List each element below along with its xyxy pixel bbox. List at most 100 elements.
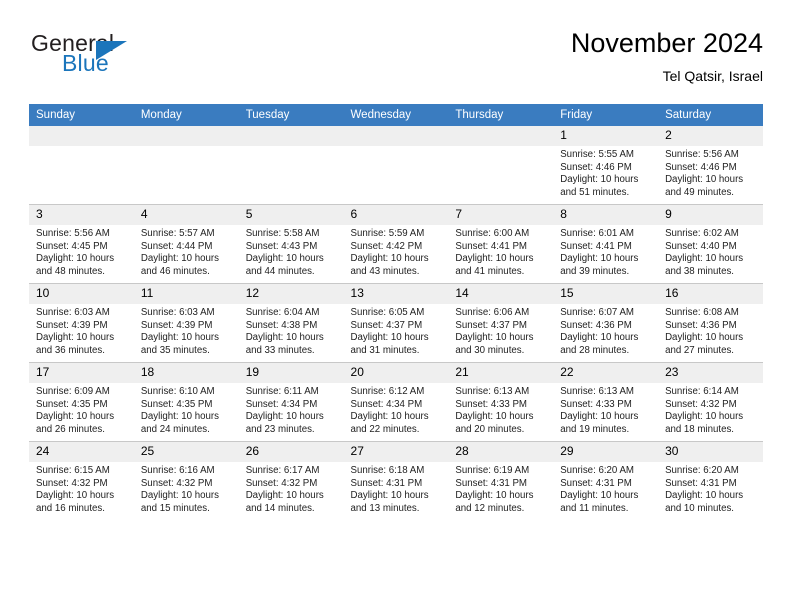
day-number: 16 <box>658 284 763 304</box>
day-details: Sunrise: 5:56 AM Sunset: 4:45 PM Daylight:… <box>29 225 134 278</box>
day-details: Sunrise: 6:13 AM Sunset: 4:33 PM Daylight:… <box>448 383 553 436</box>
daylight-text: Daylight: 10 hours and 10 minutes. <box>665 490 744 514</box>
day-details: Sunrise: 6:12 AM Sunset: 4:34 PM Daylight:… <box>344 383 449 436</box>
daylight-text: Daylight: 10 hours and 11 minutes. <box>560 490 639 514</box>
sunset-text: Sunset: 4:39 PM <box>36 319 108 331</box>
calendar-week-row: 3 Sunrise: 5:56 AM Sunset: 4:45 PM Daylight… <box>29 204 763 284</box>
calendar-day-cell[interactable]: 30 Sunrise: 6:20 AM Sunset: 4:31 PM Dayligh… <box>658 441 763 520</box>
daylight-text: Daylight: 10 hours and 46 minutes. <box>140 253 219 277</box>
day-number: 2 <box>658 126 763 146</box>
calendar-day-cell[interactable]: 3 Sunrise: 5:56 AM Sunset: 4:45 PM Daylight… <box>29 204 134 284</box>
calendar-day-cell[interactable]: 13 Sunrise: 6:05 AM Sunset: 4:37 PM Dayligh… <box>343 283 449 363</box>
page-title: November 2024 <box>570 28 763 58</box>
daylight-text: Daylight: 10 hours and 28 minutes. <box>560 332 639 356</box>
day-details: Sunrise: 6:13 AM Sunset: 4:33 PM Daylight:… <box>553 383 658 436</box>
calendar-day-cell[interactable]: 17 Sunrise: 6:09 AM Sunset: 4:35 PM Dayligh… <box>29 362 134 442</box>
day-number: 12 <box>238 284 344 304</box>
sunrise-text: Sunrise: 6:13 AM <box>560 386 634 397</box>
sunset-text: Sunset: 4:32 PM <box>245 477 318 489</box>
sunrise-text: Sunrise: 6:07 AM <box>560 307 634 318</box>
calendar-day-cell[interactable]: 25 Sunrise: 6:16 AM Sunset: 4:32 PM Dayligh… <box>133 441 239 520</box>
day-details: Sunrise: 6:09 AM Sunset: 4:35 PM Daylight:… <box>29 383 134 436</box>
calendar-cell-empty <box>29 126 134 205</box>
day-number: 10 <box>29 284 134 304</box>
calendar-day-cell[interactable]: 9 Sunrise: 6:02 AM Sunset: 4:40 PM Daylight… <box>658 204 763 284</box>
day-number: 4 <box>133 205 239 225</box>
calendar-day-cell[interactable]: 6 Sunrise: 5:59 AM Sunset: 4:42 PM Daylight… <box>343 204 449 284</box>
day-number: 19 <box>238 363 344 383</box>
calendar-day-cell[interactable]: 14 Sunrise: 6:06 AM Sunset: 4:37 PM Dayligh… <box>448 283 554 363</box>
calendar-day-cell[interactable]: 28 Sunrise: 6:19 AM Sunset: 4:31 PM Dayligh… <box>448 441 554 520</box>
day-number: 26 <box>238 442 344 462</box>
sunrise-text: Sunrise: 6:00 AM <box>455 228 530 239</box>
day-details: Sunrise: 5:55 AM Sunset: 4:46 PM Daylight:… <box>553 146 658 199</box>
day-number: 29 <box>553 442 659 462</box>
brand-logo[interactable]: General Blue <box>29 28 289 88</box>
sunset-text: Sunset: 4:41 PM <box>560 240 632 252</box>
day-details: Sunrise: 6:20 AM Sunset: 4:31 PM Daylight:… <box>553 462 658 515</box>
day-number: 1 <box>553 126 659 146</box>
daylight-text: Daylight: 10 hours and 14 minutes. <box>245 490 324 514</box>
daylight-text: Daylight: 10 hours and 38 minutes. <box>665 253 744 277</box>
calendar-day-cell[interactable]: 23 Sunrise: 6:14 AM Sunset: 4:32 PM Dayligh… <box>658 362 763 442</box>
calendar-cell-empty <box>448 126 554 205</box>
weekday-header-friday: Friday <box>553 104 659 126</box>
sunrise-text: Sunrise: 6:11 AM <box>245 386 319 397</box>
calendar-day-cell[interactable]: 8 Sunrise: 6:01 AM Sunset: 4:41 PM Daylight… <box>553 204 659 284</box>
day-number: 24 <box>29 442 134 462</box>
day-number: 7 <box>448 205 554 225</box>
calendar-day-cell[interactable]: 19 Sunrise: 6:11 AM Sunset: 4:34 PM Dayligh… <box>238 362 344 442</box>
calendar-day-cell[interactable]: 12 Sunrise: 6:04 AM Sunset: 4:38 PM Dayligh… <box>238 283 344 363</box>
calendar-day-cell[interactable]: 16 Sunrise: 6:08 AM Sunset: 4:36 PM Dayligh… <box>658 283 763 363</box>
calendar-day-cell[interactable]: 20 Sunrise: 6:12 AM Sunset: 4:34 PM Dayligh… <box>343 362 449 442</box>
calendar-day-cell[interactable]: 27 Sunrise: 6:18 AM Sunset: 4:31 PM Dayligh… <box>343 441 449 520</box>
calendar-header-row: Sunday Monday Tuesday Wednesday Thursday… <box>29 104 763 126</box>
sunset-text: Sunset: 4:31 PM <box>560 477 632 489</box>
daylight-text: Daylight: 10 hours and 44 minutes. <box>245 253 324 277</box>
day-details: Sunrise: 6:10 AM Sunset: 4:35 PM Daylight:… <box>134 383 239 436</box>
calendar-day-cell[interactable]: 10 Sunrise: 6:03 AM Sunset: 4:39 PM Dayligh… <box>29 283 134 363</box>
daylight-text: Daylight: 10 hours and 41 minutes. <box>455 253 534 277</box>
day-details: Sunrise: 5:56 AM Sunset: 4:46 PM Daylight:… <box>658 146 763 199</box>
calendar-cell-empty <box>133 126 239 205</box>
calendar-day-cell[interactable]: 18 Sunrise: 6:10 AM Sunset: 4:35 PM Dayligh… <box>133 362 239 442</box>
sunrise-text: Sunrise: 6:20 AM <box>560 465 634 476</box>
daylight-text: Daylight: 10 hours and 15 minutes. <box>140 490 219 514</box>
calendar-day-cell[interactable]: 15 Sunrise: 6:07 AM Sunset: 4:36 PM Dayligh… <box>553 283 659 363</box>
sunrise-text: Sunrise: 6:12 AM <box>350 386 425 397</box>
calendar-grid: Sunday Monday Tuesday Wednesday Thursday… <box>29 104 763 520</box>
day-details: Sunrise: 6:14 AM Sunset: 4:32 PM Daylight:… <box>658 383 763 436</box>
day-number <box>133 126 239 146</box>
day-details: Sunrise: 6:00 AM Sunset: 4:41 PM Daylight:… <box>448 225 553 278</box>
daylight-text: Daylight: 10 hours and 19 minutes. <box>560 411 639 435</box>
day-number: 28 <box>448 442 554 462</box>
sunset-text: Sunset: 4:36 PM <box>560 319 632 331</box>
calendar-day-cell[interactable]: 5 Sunrise: 5:58 AM Sunset: 4:43 PM Daylight… <box>238 204 344 284</box>
calendar-day-cell[interactable]: 26 Sunrise: 6:17 AM Sunset: 4:32 PM Dayligh… <box>238 441 344 520</box>
calendar-cell-empty <box>343 126 449 205</box>
calendar-day-cell[interactable]: 11 Sunrise: 6:03 AM Sunset: 4:39 PM Dayligh… <box>133 283 239 363</box>
calendar-day-cell[interactable]: 24 Sunrise: 6:15 AM Sunset: 4:32 PM Dayligh… <box>29 441 134 520</box>
calendar-week-row: 24 Sunrise: 6:15 AM Sunset: 4:32 PM Dayligh… <box>29 441 763 520</box>
sunrise-text: Sunrise: 6:10 AM <box>140 386 215 397</box>
calendar-day-cell[interactable]: 7 Sunrise: 6:00 AM Sunset: 4:41 PM Daylight… <box>448 204 554 284</box>
calendar-day-cell[interactable]: 4 Sunrise: 5:57 AM Sunset: 4:44 PM Daylight… <box>133 204 239 284</box>
sunrise-text: Sunrise: 5:58 AM <box>245 228 320 239</box>
sunrise-text: Sunrise: 6:19 AM <box>455 465 530 476</box>
day-number: 25 <box>133 442 239 462</box>
calendar-day-cell[interactable]: 1 Sunrise: 5:55 AM Sunset: 4:46 PM Daylight… <box>553 126 659 205</box>
sunset-text: Sunset: 4:38 PM <box>245 319 318 331</box>
daylight-text: Daylight: 10 hours and 49 minutes. <box>665 174 744 198</box>
day-number: 21 <box>448 363 554 383</box>
day-details: Sunrise: 6:11 AM Sunset: 4:34 PM Daylight:… <box>239 383 344 436</box>
calendar-day-cell[interactable]: 2 Sunrise: 5:56 AM Sunset: 4:46 PM Daylight… <box>658 126 763 205</box>
daylight-text: Daylight: 10 hours and 36 minutes. <box>36 332 115 356</box>
calendar-day-cell[interactable]: 29 Sunrise: 6:20 AM Sunset: 4:31 PM Dayligh… <box>553 441 659 520</box>
calendar-cell-empty <box>238 126 344 205</box>
calendar-day-cell[interactable]: 22 Sunrise: 6:13 AM Sunset: 4:33 PM Dayligh… <box>553 362 659 442</box>
sunrise-text: Sunrise: 5:56 AM <box>665 149 739 160</box>
calendar-day-cell[interactable]: 21 Sunrise: 6:13 AM Sunset: 4:33 PM Dayligh… <box>448 362 554 442</box>
daylight-text: Daylight: 10 hours and 22 minutes. <box>350 411 429 435</box>
day-number: 30 <box>658 442 763 462</box>
daylight-text: Daylight: 10 hours and 26 minutes. <box>36 411 115 435</box>
